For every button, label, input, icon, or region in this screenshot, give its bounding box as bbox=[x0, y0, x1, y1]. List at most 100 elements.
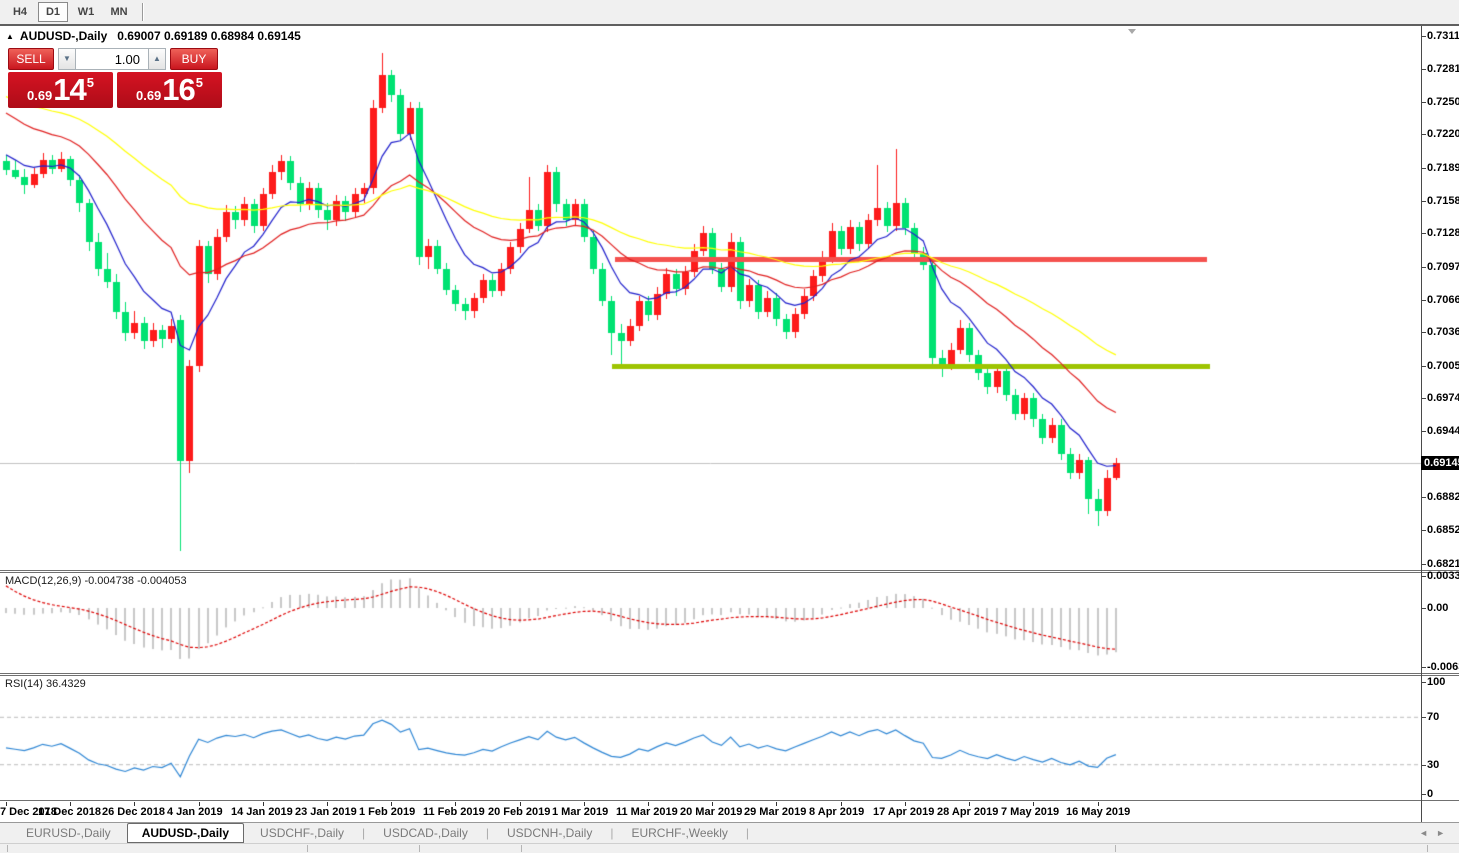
price-tick-label-tickmark bbox=[1422, 497, 1426, 498]
macd-tick-label-tickmark bbox=[1422, 608, 1426, 609]
status-separator bbox=[1115, 845, 1116, 852]
status-separator bbox=[521, 845, 522, 852]
price-tick-label: 0.70970 bbox=[1427, 261, 1459, 273]
chart-tab-bar: EURUSD-,Daily AUDUSD-,Daily USDCHF-,Daily |… bbox=[0, 822, 1459, 843]
date-tick-label: 20 Feb 2019 bbox=[488, 806, 551, 818]
sell-price-main: 14 bbox=[53, 72, 86, 107]
timeframe-button-d1[interactable]: D1 bbox=[38, 2, 68, 22]
chart-tab-audusd[interactable]: AUDUSD-,Daily bbox=[126, 823, 245, 843]
rsi-tick-label: 30 bbox=[1427, 759, 1440, 771]
price-axis-border bbox=[1421, 26, 1422, 822]
date-tick-label: 7 May 2019 bbox=[1001, 806, 1060, 818]
date-tick-label: 8 Apr 2019 bbox=[809, 806, 865, 818]
date-tick-label: 20 Mar 2019 bbox=[680, 806, 743, 818]
rsi-tick-label-tickmark bbox=[1422, 717, 1426, 718]
rsi-label: RSI(14) 36.4329 bbox=[5, 678, 86, 690]
sell-price-pip: 5 bbox=[86, 75, 95, 90]
timeframe-button-h4[interactable]: H4 bbox=[5, 2, 35, 22]
price-tick-label: 0.68210 bbox=[1427, 558, 1459, 570]
date-axis: 7 Dec 2018 17 Dec 2018 26 Dec 2018 4 Jan 20… bbox=[0, 802, 1421, 822]
chart-shift-marker-icon[interactable] bbox=[1128, 29, 1136, 34]
tab-scroll-arrows[interactable]: ◄► bbox=[1419, 828, 1453, 838]
volume-decrease-button[interactable]: ▼ bbox=[58, 48, 76, 70]
rsi-canvas[interactable] bbox=[0, 676, 1421, 800]
price-tick-label: 0.69440 bbox=[1427, 425, 1459, 437]
price-tick-label: 0.72505 bbox=[1427, 96, 1459, 108]
ohlc-header: ▲ AUDUSD-,Daily 0.69007 0.69189 0.68984 0.… bbox=[6, 29, 301, 43]
macd-tick-label-tickmark bbox=[1422, 576, 1426, 577]
sell-button[interactable]: SELL bbox=[8, 48, 54, 70]
price-tick-label: 0.72200 bbox=[1427, 128, 1459, 140]
price-tick-label: 0.72810 bbox=[1427, 63, 1459, 75]
date-tick-label: 14 Jan 2019 bbox=[231, 806, 293, 818]
price-tick-label-tickmark bbox=[1422, 233, 1426, 234]
status-separator bbox=[1427, 845, 1428, 852]
price-tick-label-tickmark bbox=[1422, 564, 1426, 565]
price-tick-label: 0.71280 bbox=[1427, 227, 1459, 239]
one-click-trading-panel: SELL ▼ ▲ BUY 0.69 14 5 0.69 16 5 bbox=[8, 48, 222, 108]
buy-price-prefix: 0.69 bbox=[135, 88, 162, 103]
price-tick-label-tickmark bbox=[1422, 201, 1426, 202]
date-tick-label: 16 May 2019 bbox=[1066, 806, 1131, 818]
timeframe-button-mn[interactable]: MN bbox=[104, 2, 134, 22]
price-tick-label: 0.70050 bbox=[1427, 360, 1459, 372]
date-tick-label: 28 Apr 2019 bbox=[937, 806, 999, 818]
date-tick-label: 23 Jan 2019 bbox=[295, 806, 357, 818]
date-tick-label: 17 Dec 2018 bbox=[38, 806, 101, 818]
ohlc-values: 0.69007 0.69189 0.68984 0.69145 bbox=[117, 29, 301, 43]
macd-tick-label: 0.003319 bbox=[1427, 570, 1459, 582]
price-tick-label-tickmark bbox=[1422, 530, 1426, 531]
status-separator bbox=[419, 845, 420, 852]
chart-tab-usdcnh[interactable]: USDCNH-,Daily bbox=[491, 824, 608, 842]
chart-tab-usdcad[interactable]: USDCAD-,Daily bbox=[367, 824, 484, 842]
price-tick-label: 0.71890 bbox=[1427, 162, 1459, 174]
price-tick-label: 0.71585 bbox=[1427, 195, 1459, 207]
status-separator bbox=[307, 845, 308, 852]
date-tick-label: 1 Feb 2019 bbox=[359, 806, 416, 818]
tab-separator: | bbox=[362, 826, 366, 840]
buy-button[interactable]: BUY bbox=[170, 48, 218, 70]
timeframe-button-w1[interactable]: W1 bbox=[71, 2, 101, 22]
chart-tab-usdchf[interactable]: USDCHF-,Daily bbox=[244, 824, 360, 842]
price-tick-label: 0.70665 bbox=[1427, 294, 1459, 306]
buy-price-pip: 5 bbox=[195, 75, 204, 90]
collapse-triangle-icon[interactable]: ▲ bbox=[6, 32, 14, 41]
chart-tab-eurchf[interactable]: EURCHF-,Weekly bbox=[615, 824, 743, 842]
price-tick-label: 0.73115 bbox=[1427, 30, 1459, 42]
price-tick-label-tickmark bbox=[1422, 300, 1426, 301]
price-tick-label: 0.69745 bbox=[1427, 392, 1459, 404]
toolbar-separator bbox=[142, 3, 144, 21]
tab-scroll-right-icon[interactable]: ► bbox=[1436, 828, 1453, 838]
macd-tick-label-tickmark bbox=[1422, 667, 1426, 668]
chart-tab-eurusd[interactable]: EURUSD-,Daily bbox=[10, 824, 127, 842]
date-tick-label: 26 Dec 2018 bbox=[102, 806, 165, 818]
tab-separator: | bbox=[745, 826, 750, 840]
status-separator bbox=[7, 845, 8, 852]
macd-canvas[interactable] bbox=[0, 573, 1421, 673]
rsi-tick-label: 100 bbox=[1427, 676, 1446, 688]
volume-increase-button[interactable]: ▲ bbox=[148, 48, 166, 70]
date-tick-label: 17 Apr 2019 bbox=[873, 806, 935, 818]
rsi-tick-label-tickmark bbox=[1422, 765, 1426, 766]
sell-price-box[interactable]: 0.69 14 5 bbox=[8, 72, 113, 108]
price-tick-label-tickmark bbox=[1422, 431, 1426, 432]
price-tick-label-tickmark bbox=[1422, 366, 1426, 367]
date-tick-label: 11 Feb 2019 bbox=[423, 806, 485, 818]
volume-input[interactable] bbox=[76, 48, 148, 70]
status-bar bbox=[0, 843, 1459, 853]
date-tick-label: 29 Mar 2019 bbox=[744, 806, 807, 818]
price-tick-label-tickmark bbox=[1422, 102, 1426, 103]
price-tick-label-tickmark bbox=[1422, 69, 1426, 70]
price-tick-label-tickmark bbox=[1422, 134, 1426, 135]
price-tick-label-tickmark bbox=[1422, 267, 1426, 268]
mt4-terminal: { "toolbar": { "timeframes": [ {"label":… bbox=[0, 0, 1459, 853]
tab-scroll-left-icon[interactable]: ◄ bbox=[1419, 828, 1436, 838]
chart-window: ▲ AUDUSD-,Daily 0.69007 0.69189 0.68984 0.… bbox=[0, 24, 1459, 822]
rsi-tick-label-tickmark bbox=[1422, 682, 1426, 683]
price-tick-label-tickmark bbox=[1422, 36, 1426, 37]
date-tick-label: 4 Jan 2019 bbox=[167, 806, 223, 818]
buy-price-box[interactable]: 0.69 16 5 bbox=[117, 72, 222, 108]
date-tick-label: 1 Mar 2019 bbox=[552, 806, 609, 818]
price-tick-label-tickmark bbox=[1422, 332, 1426, 333]
timeframe-toolbar: H4 D1 W1 MN bbox=[0, 0, 1459, 24]
